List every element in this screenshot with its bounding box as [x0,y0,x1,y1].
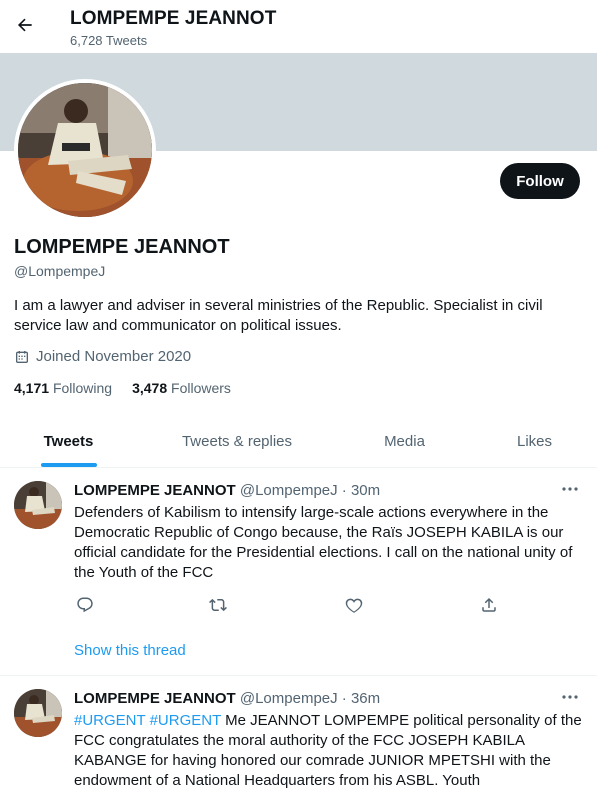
profile-name: LOMPEMPE JEANNOT [14,236,230,258]
followers-count: 3,478 [132,380,168,396]
tweet[interactable]: LOMPEMPE JEANNOT @LompempeJ · 36m #URGEN… [0,677,597,794]
arrow-left-icon [15,15,35,35]
following-label: Following [52,380,113,396]
tab-media[interactable]: Media [337,415,472,467]
header-name: LOMPEMPE JEANNOT [70,8,277,29]
following-count: 4,171 [14,380,50,396]
tweet-header: LOMPEMPE JEANNOT @LompempeJ · 36m [74,690,380,707]
tweet-author-name[interactable]: LOMPEMPE JEANNOT [74,482,236,499]
tweet[interactable]: LOMPEMPE JEANNOT @LompempeJ · 30m Defend… [0,469,597,676]
hashtag-link[interactable]: #URGENT [150,712,221,729]
share-button[interactable] [478,594,500,616]
top-bar: LOMPEMPE JEANNOT 6,728 Tweets [0,0,599,53]
tab-label: Media [384,432,425,450]
tweet-actions [74,594,514,616]
tab-tweets-replies[interactable]: Tweets & replies [137,415,337,467]
profile-stats: 4,171 Following 3,478 Followers [14,380,231,396]
more-icon [561,694,579,700]
followers-label: Followers [171,380,231,396]
show-thread-link[interactable]: Show this thread [74,642,186,659]
tweet-author-name[interactable]: LOMPEMPE JEANNOT [74,690,236,707]
tweet-text: #URGENT #URGENT Me JEANNOT LOMPEMPE poli… [74,711,584,791]
hashtag-link[interactable]: #URGENT [74,712,145,729]
tweet-handle-time[interactable]: @LompempeJ · 36m [240,690,380,707]
more-icon [561,486,579,492]
retweet-icon [209,596,227,614]
tab-active-indicator [40,463,97,467]
retweet-button[interactable] [207,594,229,616]
header-tweet-count: 6,728 Tweets [70,33,148,48]
tweet-avatar[interactable] [14,481,62,529]
tab-label: Tweets [43,432,94,450]
followers-link[interactable]: 3,478 Followers [132,380,231,396]
follow-button[interactable]: Follow [500,163,580,199]
more-options-button[interactable] [558,687,582,707]
profile-joined: Joined November 2020 [14,348,191,365]
more-options-button[interactable] [558,479,582,499]
profile-tabs: Tweets Tweets & replies Media Likes [0,415,597,468]
following-link[interactable]: 4,171 Following [14,380,112,396]
tab-label: Likes [516,432,553,450]
calendar-icon [14,349,30,365]
share-icon [480,596,498,614]
joined-text: Joined November 2020 [36,348,192,365]
profile-handle: @LompempeJ [14,263,106,279]
profile-bio: I am a lawyer and adviser in several min… [14,297,543,334]
heart-icon [345,596,363,614]
tweet-header: LOMPEMPE JEANNOT @LompempeJ · 30m [74,482,380,499]
tab-likes[interactable]: Likes [472,415,597,467]
reply-icon [76,596,94,614]
tweet-avatar[interactable] [14,689,62,737]
tab-tweets[interactable]: Tweets [0,415,137,467]
like-button[interactable] [343,594,365,616]
profile-avatar[interactable] [14,79,156,221]
back-button[interactable] [10,10,40,40]
tweet-handle-time[interactable]: @LompempeJ · 30m [240,482,380,499]
reply-button[interactable] [74,594,96,616]
tab-label: Tweets & replies [181,432,293,450]
tweet-text: Defenders of Kabilism to intensify large… [74,504,573,581]
